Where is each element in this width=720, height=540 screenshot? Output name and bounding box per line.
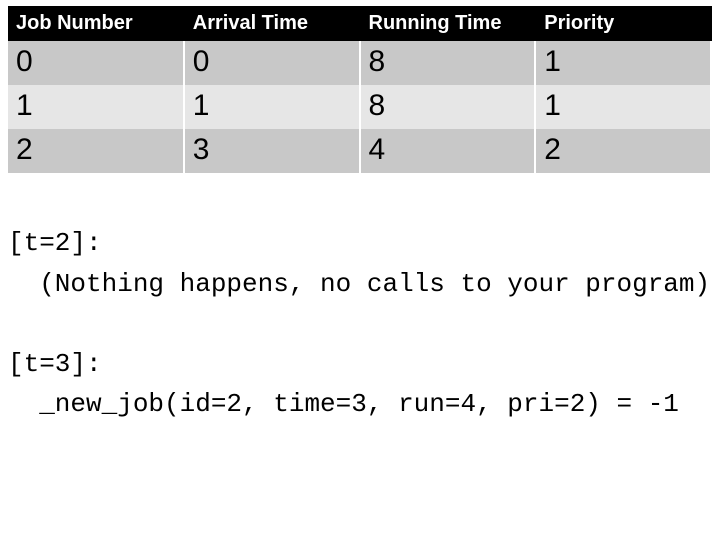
jobs-table-header-row: Job Number Arrival Time Running Time Pri… [8, 6, 711, 41]
cell-running: 8 [360, 41, 536, 85]
table-row: 1 1 8 1 [8, 85, 711, 129]
cell-priority: 1 [535, 85, 711, 129]
col-priority: Priority [535, 6, 711, 41]
cell-arrival: 3 [184, 129, 360, 173]
cell-job: 0 [8, 41, 184, 85]
cell-job: 1 [8, 85, 184, 129]
jobs-table: Job Number Arrival Time Running Time Pri… [8, 6, 712, 173]
cell-priority: 1 [535, 41, 711, 85]
cell-priority: 2 [535, 129, 711, 173]
trace-block: [t=2]: (Nothing happens, no calls to you… [8, 183, 712, 425]
table-row: 0 0 8 1 [8, 41, 711, 85]
cell-arrival: 1 [184, 85, 360, 129]
trace-t2-label: [t=2]: [8, 228, 102, 258]
cell-running: 4 [360, 129, 536, 173]
cell-job: 2 [8, 129, 184, 173]
col-job-number: Job Number [8, 6, 184, 41]
trace-t2-note: (Nothing happens, no calls to your progr… [8, 269, 710, 299]
trace-t3-label: [t=3]: [8, 349, 102, 379]
col-arrival-time: Arrival Time [184, 6, 360, 41]
cell-arrival: 0 [184, 41, 360, 85]
trace-t3-call: _new_job(id=2, time=3, run=4, pri=2) = -… [8, 389, 679, 419]
table-row: 2 3 4 2 [8, 129, 711, 173]
cell-running: 8 [360, 85, 536, 129]
col-running-time: Running Time [360, 6, 536, 41]
